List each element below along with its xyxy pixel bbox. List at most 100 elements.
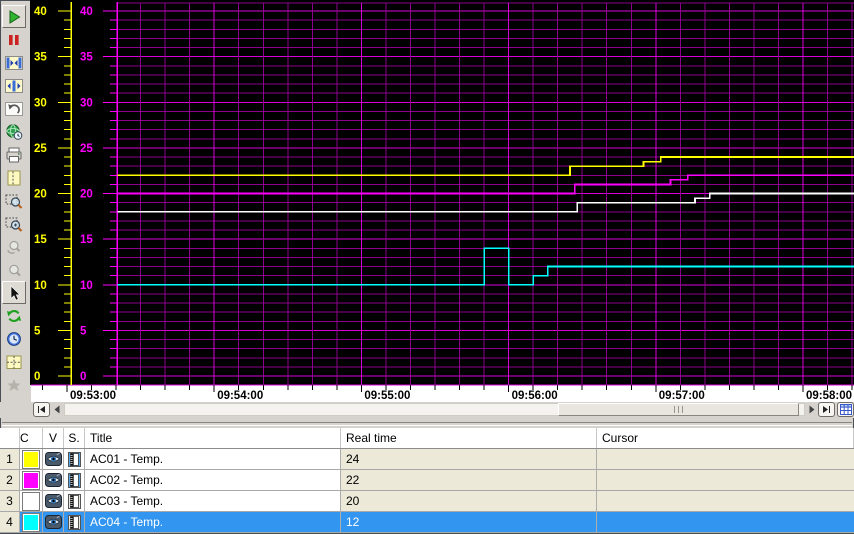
compress-time-axis-button[interactable] [2,51,26,74]
eye-icon [44,452,62,466]
start-button[interactable] [2,5,26,28]
time-tick-label: 09:58:00 [806,390,852,402]
time-base-button[interactable] [2,327,26,350]
axis-tick-label: 5 [34,325,41,337]
select-time-range-icon [6,123,23,140]
expand-time-axis-button[interactable] [2,74,26,97]
axis-tick-label: 35 [80,52,93,64]
scroll-left-icon [54,405,59,414]
axis-tick-label: 0 [34,371,40,383]
scale-icon [67,514,81,530]
refresh-icon [7,309,21,322]
axis-tick-label: 10 [80,280,93,292]
axis-tick-label: 40 [80,6,93,18]
stats-button [2,373,26,396]
trend-color-swatch [22,491,40,511]
axis-tick-label: 25 [80,143,93,155]
real-time-value: 22 [341,470,597,490]
scrollbar-thumb[interactable] [558,403,799,416]
scale-cell[interactable] [64,491,85,511]
go-to-start-button[interactable] [33,402,50,417]
cursor-value [597,449,854,469]
time-tick-label: 09:53:00 [70,390,116,402]
select-time-range-button[interactable] [2,120,26,143]
coordinate-crosshair-button[interactable] [2,350,26,373]
scroll-right-icon [809,405,814,414]
scroll-left-button[interactable] [52,405,61,414]
toggle-table-icon [839,404,852,415]
table-row-4[interactable]: 4 AC04 - Temp. 12 [0,512,854,533]
eye-icon [44,494,62,508]
column-header-Real time: Real time [341,428,597,448]
trend-title: AC02 - Temp. [85,470,341,490]
original-view-button [2,258,26,281]
axis-tick-label: 30 [34,97,47,109]
axis-tick-label: 30 [80,97,93,109]
trend-color-swatch [22,512,40,532]
select-cursor-button[interactable] [2,281,26,304]
axis-tick-label: 15 [34,234,47,246]
print-button[interactable] [2,143,26,166]
time-scrollbar [0,402,854,418]
axis-tick-label: 25 [34,143,47,155]
plot-background [30,0,854,385]
column-header-C: C [20,428,43,448]
pause-button[interactable] [2,28,26,51]
color-cell [20,470,43,490]
visibility-cell[interactable] [43,491,64,511]
row-number: 1 [0,449,20,469]
undo-zoom-icon [7,240,21,254]
table-row-3[interactable]: 3 AC03 - Temp. 20 [0,491,854,512]
go-to-start-icon [38,406,45,413]
zoom-area-button[interactable] [2,189,26,212]
table-header-row: C V S. Title Real time Cursor [0,428,854,449]
scale-cell[interactable] [64,470,85,490]
table-row-1[interactable]: 1 AC01 - Temp. 24 [0,449,854,470]
scale-cell[interactable] [64,512,85,532]
axis-tick-label: 15 [80,234,93,246]
row-number: 4 [0,512,20,532]
report-page-icon [7,170,21,185]
trend-chart[interactable]: 0 5 10 15 20 25 30 35 40 0 5 10 15 20 25 30 35 40 09:53:00… [28,0,854,402]
trend-color-swatch [22,470,40,490]
trend-title: AC03 - Temp. [85,491,341,511]
cursor-value [597,491,854,511]
column-header-V: V [43,428,64,448]
zoom-area-icon [5,194,23,209]
trend-control-window: 0 5 10 15 20 25 30 35 40 0 5 10 15 20 25 30 35 40 09:53:00… [0,0,854,534]
visibility-cell[interactable] [43,470,64,490]
real-time-value: 24 [341,449,597,469]
color-cell [20,512,43,532]
visibility-cell[interactable] [43,512,64,532]
time-tick-label: 09:54:00 [217,390,263,402]
undo-button[interactable] [2,97,26,120]
visibility-cell[interactable] [43,449,64,469]
report-page-button[interactable] [2,166,26,189]
table-row-2[interactable]: 2 AC02 - Temp. 22 [0,470,854,491]
scale-cell[interactable] [64,449,85,469]
eye-icon [44,515,62,529]
toggle-table-button[interactable] [837,402,854,417]
trend-title: AC01 - Temp. [85,449,341,469]
select-cursor-icon [10,284,21,301]
compress-time-axis-icon [5,55,23,70]
scroll-right-button[interactable] [807,405,816,414]
zoom-plus-minus-icon [5,217,23,232]
axis-tick-label: 10 [34,280,47,292]
row-number: 3 [0,491,20,511]
refresh-button[interactable] [2,304,26,327]
time-axis-strip [31,385,854,402]
color-cell [20,491,43,511]
go-to-end-icon [823,406,830,413]
column-header-S.: S. [64,428,85,448]
column-header-Title: Title [85,428,341,448]
time-tick-label: 09:56:00 [512,390,558,402]
real-time-value: 20 [341,491,597,511]
undo-icon [5,101,23,116]
scale-icon [67,472,81,488]
print-icon [6,147,22,162]
zoom-plus-minus-button[interactable] [2,212,26,235]
axis-tick-label: 35 [34,52,47,64]
go-to-end-button[interactable] [818,402,835,417]
trend-title: AC04 - Temp. [85,512,341,532]
